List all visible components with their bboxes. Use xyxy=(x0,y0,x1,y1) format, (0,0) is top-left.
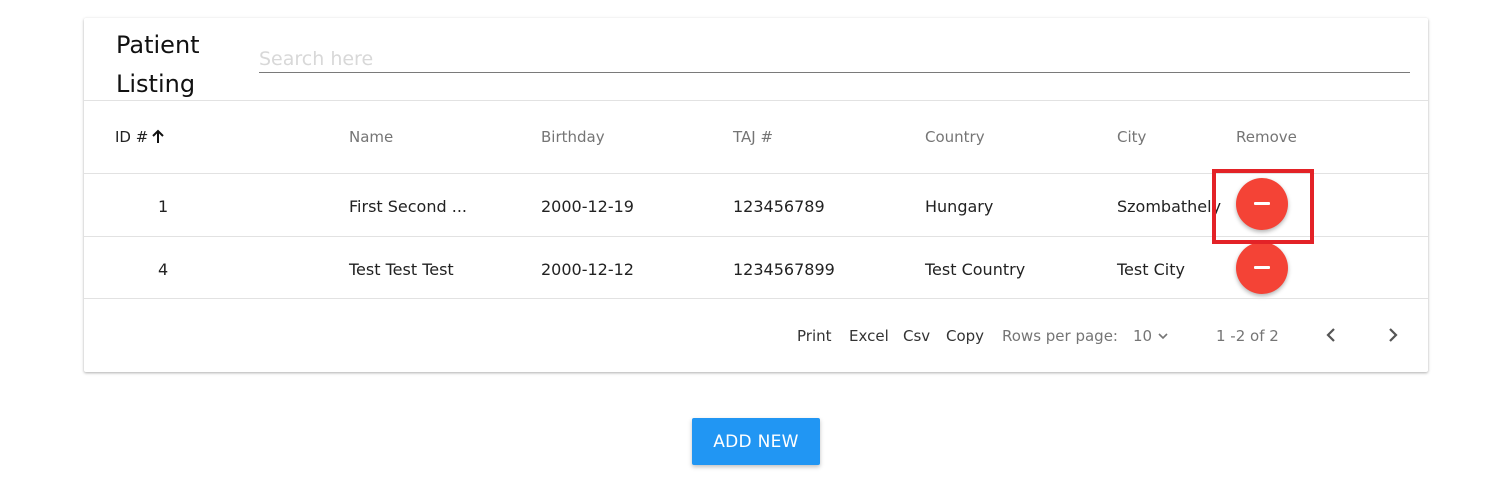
search-field[interactable] xyxy=(259,46,1410,73)
cell-name: Test Test Test xyxy=(349,260,454,279)
cell-name: First Second ... xyxy=(349,197,467,216)
column-header-label: Name xyxy=(349,128,394,146)
cell-city: Szombathely xyxy=(1117,197,1222,216)
highlight-box xyxy=(1212,169,1314,244)
print-button[interactable]: Print xyxy=(797,327,832,345)
pagination-range: 1 -2 of 2 xyxy=(1216,327,1279,345)
column-header-label: Country xyxy=(925,128,985,146)
column-header-country[interactable]: Country xyxy=(925,128,985,146)
cell-birthday: 2000-12-19 xyxy=(541,197,634,216)
chevron-down-icon xyxy=(1158,333,1168,340)
divider xyxy=(84,298,1428,299)
page-title: Patient Listing xyxy=(116,31,200,98)
cell-taj: 1234567899 xyxy=(733,260,835,279)
column-header-city[interactable]: City xyxy=(1117,128,1146,146)
cell-country: Test Country xyxy=(925,260,1026,279)
cell-city: Test City xyxy=(1117,260,1185,279)
csv-button[interactable]: Csv xyxy=(903,327,930,345)
copy-button[interactable]: Copy xyxy=(946,327,984,345)
rows-per-page-value: 10 xyxy=(1133,327,1153,345)
column-header-remove: Remove xyxy=(1236,128,1297,146)
cell-country: Hungary xyxy=(925,197,994,216)
add-new-button[interactable]: ADD NEW xyxy=(692,418,820,465)
column-header-label: Remove xyxy=(1236,128,1297,146)
chevron-right-icon[interactable] xyxy=(1381,323,1405,347)
cell-id: 4 xyxy=(158,260,169,279)
column-header-id[interactable]: ID # xyxy=(115,128,166,146)
rows-per-page-label: Rows per page: xyxy=(1002,327,1118,345)
column-header-label: TAJ # xyxy=(733,128,774,146)
column-header-label: City xyxy=(1117,128,1147,146)
arrow-up-icon[interactable] xyxy=(150,129,166,145)
column-header-label: Birthday xyxy=(541,128,605,146)
column-header-birthday[interactable]: Birthday xyxy=(541,128,605,146)
cell-birthday: 2000-12-12 xyxy=(541,260,634,279)
excel-button[interactable]: Excel xyxy=(849,327,889,345)
divider xyxy=(84,100,1428,101)
cell-id: 1 xyxy=(158,197,169,216)
rows-per-page-select[interactable]: 10 xyxy=(1133,327,1169,345)
remove-button[interactable] xyxy=(1236,242,1288,294)
column-header-taj[interactable]: TAJ # xyxy=(733,128,773,146)
minus-icon xyxy=(1254,266,1270,269)
column-header-label: ID # xyxy=(115,128,149,146)
column-header-name[interactable]: Name xyxy=(349,128,393,146)
search-input[interactable] xyxy=(259,46,1410,72)
cell-taj: 123456789 xyxy=(733,197,825,216)
patient-listing-card: Patient Listing ID # Name Birthday TAJ #… xyxy=(84,18,1428,372)
chevron-left-icon[interactable] xyxy=(1319,323,1343,347)
